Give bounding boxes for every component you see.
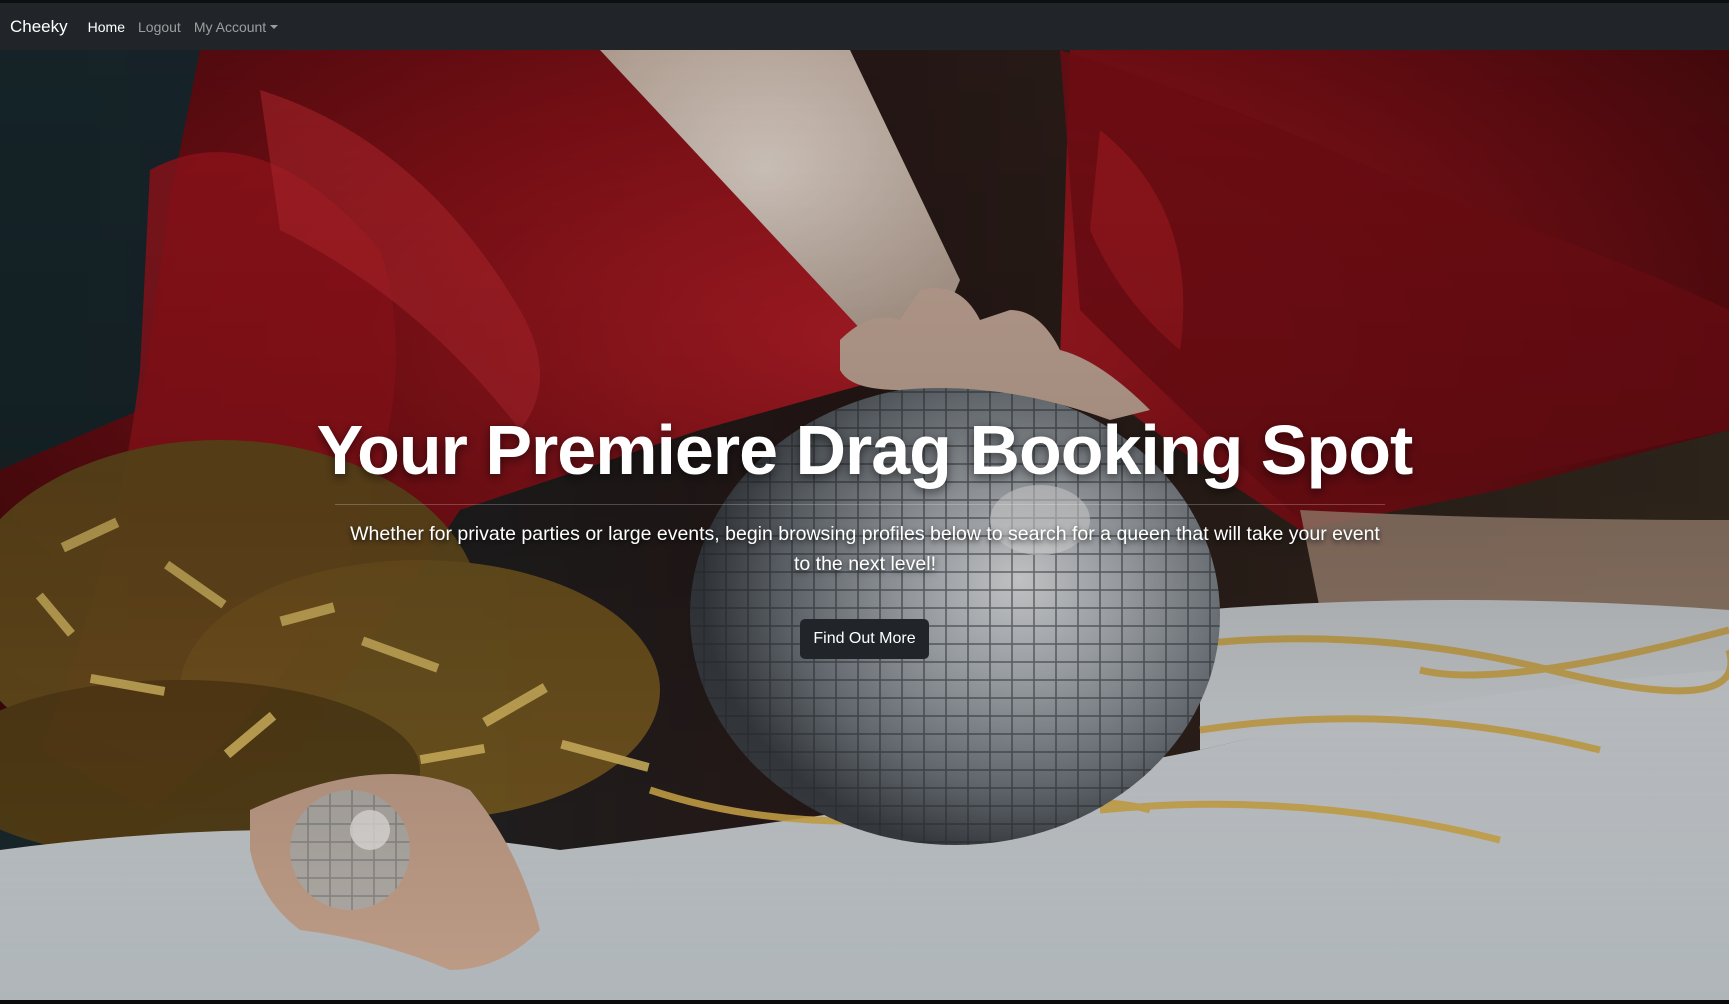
top-navbar: Cheeky Home Logout My Account	[0, 0, 1729, 50]
page-bottom-edge	[0, 1000, 1729, 1004]
hero-subtext: Whether for private parties or large eve…	[350, 523, 1380, 575]
hero-content: Your Premiere Drag Booking Spot Whether …	[0, 50, 1729, 1004]
brand-logo[interactable]: Cheeky	[10, 17, 68, 37]
hero-divider	[335, 504, 1385, 505]
caret-down-icon	[270, 24, 279, 29]
find-out-more-button[interactable]: Find Out More	[800, 619, 929, 659]
hero-headline: Your Premiere Drag Booking Spot	[316, 411, 1414, 489]
hero-section: Your Premiere Drag Booking Spot Whether …	[0, 50, 1729, 1004]
nav-link-home[interactable]: Home	[88, 19, 125, 35]
nav-dropdown-my-account[interactable]: My Account	[193, 18, 279, 35]
nav-link-logout[interactable]: Logout	[138, 19, 181, 35]
nav-dropdown-label: My Account	[193, 18, 267, 35]
